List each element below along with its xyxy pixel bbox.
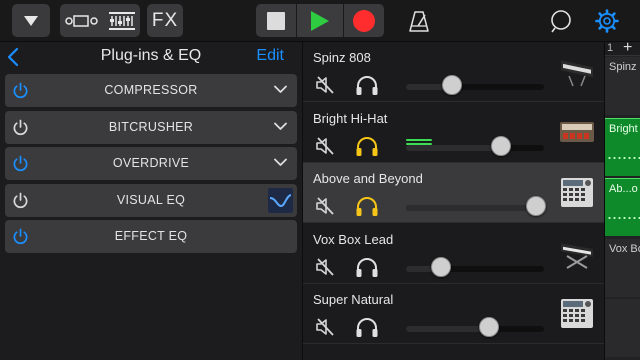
track-row[interactable]: Vox Box Lead — [303, 224, 605, 284]
solo-headphones-icon[interactable] — [355, 317, 379, 338]
plugin-slot-effect-eq[interactable]: EFFECT EQ — [5, 220, 297, 253]
volume-fill — [406, 326, 489, 332]
chevron-down-icon[interactable] — [274, 85, 287, 94]
fx-label: FX — [151, 9, 179, 31]
mute-speaker-icon[interactable] — [315, 197, 335, 215]
track-row[interactable]: Above and Beyond — [303, 163, 605, 223]
track-region[interactable]: Ab...o — [605, 178, 640, 236]
track-name: Bright Hi-Hat — [313, 110, 388, 126]
track-row[interactable]: Super Natural — [303, 284, 605, 344]
track-headers-list: Spinz 808 Bright Hi-Hat Above and Beyond Vo… — [302, 42, 605, 360]
plugins-panel: Plug-ins & EQ Edit COMPRESSOR BITCRUSHER… — [0, 42, 302, 360]
add-section-button[interactable]: + — [623, 39, 632, 57]
volume-slider[interactable] — [406, 256, 544, 277]
midi-notes — [607, 156, 640, 159]
bar-number: 1 — [607, 42, 614, 54]
timeline-ruler[interactable]: 1 + — [605, 39, 640, 57]
plugins-header: Plug-ins & EQ Edit — [0, 42, 302, 72]
metronome-button[interactable] — [404, 4, 434, 37]
record-button[interactable] — [344, 4, 384, 37]
volume-knob[interactable] — [478, 317, 499, 337]
play-icon — [311, 10, 329, 31]
plugin-slot-compressor[interactable]: COMPRESSOR — [5, 74, 297, 107]
mute-speaker-icon[interactable] — [315, 318, 335, 336]
plugin-name: COMPRESSOR — [104, 83, 198, 97]
plugin-slot-bitcrusher[interactable]: BITCRUSHER — [5, 111, 297, 144]
solo-headphones-icon[interactable] — [355, 75, 379, 96]
level-meter — [406, 138, 432, 146]
keyboard-synth-icon[interactable] — [559, 54, 595, 88]
settings-button[interactable] — [592, 4, 622, 37]
track-menu-dropdown-button[interactable] — [12, 4, 50, 37]
plugin-name: OVERDRIVE — [112, 156, 190, 170]
chevron-down-icon[interactable] — [274, 122, 287, 131]
track-name: Vox Box Lead — [313, 231, 394, 247]
triangle-down-icon — [24, 15, 38, 26]
record-icon — [353, 9, 375, 32]
region-label: Bright — [609, 122, 638, 135]
track-region[interactable]: Spinz — [605, 57, 640, 115]
volume-knob[interactable] — [491, 135, 512, 156]
midi-notes — [607, 217, 640, 219]
plugin-slot-visual-eq[interactable]: VISUAL EQ — [5, 184, 297, 217]
region-label: Vox Bo — [609, 242, 640, 255]
metronome-icon — [409, 10, 429, 32]
volume-slider[interactable] — [406, 317, 544, 337]
plugin-name: VISUAL EQ — [116, 193, 186, 207]
volume-slider[interactable] — [406, 196, 546, 216]
beat-sequencer-icon[interactable] — [559, 296, 595, 330]
chevron-down-icon[interactable] — [274, 158, 287, 167]
beat-sequencer-icon[interactable] — [559, 175, 595, 209]
mute-speaker-icon[interactable] — [315, 76, 335, 94]
plugin-name: BITCRUSHER — [108, 120, 194, 134]
stop-icon — [267, 11, 285, 30]
stop-button[interactable] — [256, 4, 296, 37]
track-name: Above and Beyond — [313, 171, 423, 186]
volume-knob[interactable] — [441, 75, 462, 95]
edit-button[interactable]: Edit — [256, 47, 284, 65]
solo-headphones-icon[interactable] — [355, 196, 379, 217]
solo-headphones-icon[interactable] — [355, 136, 379, 157]
arrange-area: 1 + Spinz Bright Ab...o Vox Bo — [604, 39, 640, 360]
track-name: Super Natural — [313, 292, 394, 307]
loop-browser-icon — [551, 9, 571, 32]
tracks-view-icon[interactable] — [65, 14, 99, 28]
loop-browser-button[interactable] — [546, 4, 576, 37]
plugin-slot-overdrive[interactable]: OVERDRIVE — [5, 147, 297, 180]
region-label: Spinz — [609, 61, 637, 73]
solo-headphones-icon[interactable] — [355, 257, 379, 278]
volume-knob[interactable] — [430, 256, 451, 277]
track-row[interactable]: Spinz 808 — [303, 42, 605, 102]
volume-knob[interactable] — [525, 196, 546, 216]
keyboard-stand-icon[interactable] — [559, 236, 595, 270]
control-bar: FX — [0, 0, 640, 42]
volume-fill — [406, 205, 536, 211]
fx-button[interactable]: FX — [147, 4, 183, 37]
eq-curve-icon — [269, 194, 292, 208]
region-label: Ab...o — [609, 183, 638, 195]
track-row[interactable]: Bright Hi-Hat — [303, 103, 605, 163]
volume-slider[interactable] — [406, 75, 544, 95]
mute-speaker-icon[interactable] — [315, 136, 335, 155]
play-button[interactable] — [297, 4, 343, 37]
drum-machine-icon[interactable] — [559, 115, 595, 149]
eq-curve-thumbnail[interactable] — [268, 188, 293, 213]
plugin-name: EFFECT EQ — [114, 229, 188, 243]
mixer-view-icon[interactable] — [109, 11, 135, 30]
track-region[interactable] — [605, 299, 640, 357]
settings-gear-icon — [595, 8, 619, 33]
track-region[interactable]: Vox Bo — [605, 238, 640, 297]
track-name: Spinz 808 — [313, 50, 371, 65]
view-toggle-group — [60, 4, 140, 37]
mute-speaker-icon[interactable] — [315, 257, 335, 276]
track-region[interactable]: Bright — [605, 117, 640, 176]
